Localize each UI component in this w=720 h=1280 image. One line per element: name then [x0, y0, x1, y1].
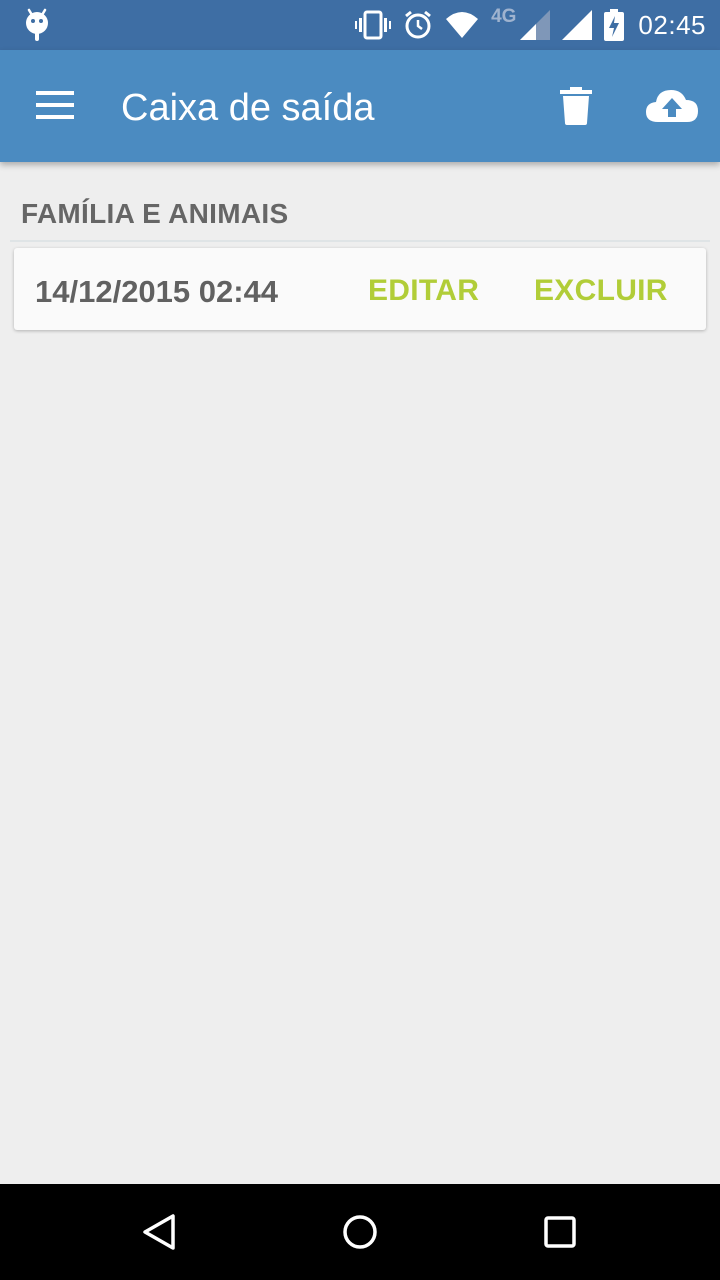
recents-icon[interactable]: [540, 1212, 580, 1252]
section-title: FAMÍLIA E ANIMAIS: [21, 198, 289, 229]
item-date: 14/12/2015 02:44: [35, 274, 279, 309]
signal-full-icon: [562, 10, 593, 40]
app-bar: Caixa de saída: [0, 50, 720, 162]
edit-button[interactable]: EDITAR: [368, 274, 479, 308]
status-bar: 4G 02:45: [0, 0, 720, 50]
home-icon[interactable]: [340, 1212, 380, 1252]
battery-charging-icon: [604, 9, 625, 41]
page-title: Caixa de saída: [121, 87, 375, 129]
delete-button[interactable]: EXCLUIR: [534, 274, 668, 308]
navigation-bar: [0, 1184, 720, 1280]
vibrate-icon: [355, 10, 392, 40]
cloud-upload-icon[interactable]: [646, 86, 698, 124]
status-time: 02:45: [638, 9, 706, 40]
network-type-label: 4G: [491, 6, 517, 27]
alarm-icon: [405, 10, 431, 39]
list-item: 14/12/2015 02:44 EDITAR EXCLUIR: [14, 248, 706, 330]
menu-icon[interactable]: [36, 90, 76, 122]
section-divider: [10, 240, 710, 242]
outbox-list: FAMÍLIA E ANIMAIS 14/12/2015 02:44 EDITA…: [0, 162, 720, 1184]
android-icon: [26, 8, 48, 41]
signal-icon: [520, 10, 551, 40]
back-icon[interactable]: [140, 1212, 180, 1252]
trash-icon[interactable]: [560, 87, 592, 125]
wifi-icon: [446, 12, 479, 38]
